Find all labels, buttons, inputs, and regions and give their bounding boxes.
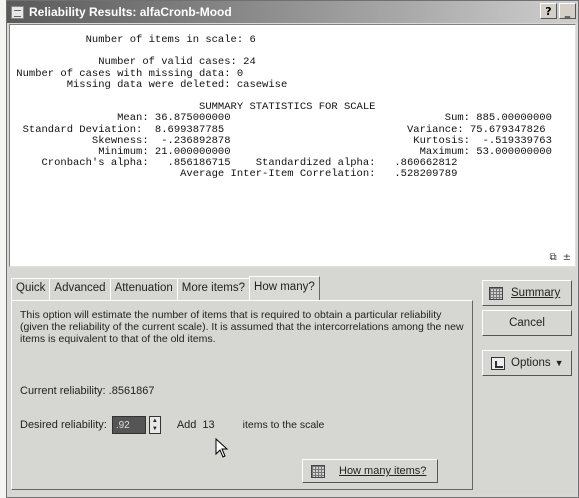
help-button[interactable]: ? bbox=[540, 3, 557, 19]
current-reliability-label: Current reliability: bbox=[20, 385, 106, 397]
summary-grid-icon bbox=[489, 286, 503, 300]
desired-reliability-row: Desired reliability: .92 ▲ ▼ Add 13 item… bbox=[20, 416, 324, 434]
add-label: Add bbox=[176, 419, 197, 431]
how-many-items-label: How many items? bbox=[339, 465, 427, 477]
results-line: Minimum: 21.000000000 Maximum: 53.000000… bbox=[10, 146, 552, 159]
tab-quick[interactable]: Quick bbox=[11, 278, 51, 300]
how-many-items-button[interactable]: How many items? bbox=[302, 459, 438, 483]
desired-reliability-input[interactable]: .92 bbox=[111, 416, 146, 434]
results-line: Skewness: -.236892878 Kurtosis: -.519339… bbox=[10, 134, 552, 147]
window-title: Reliability Results: alfaCronb-Mood bbox=[29, 5, 232, 19]
copy-icon[interactable]: ⧉ bbox=[549, 252, 556, 263]
tab-more-items[interactable]: More items? bbox=[176, 278, 251, 300]
current-reliability-row: Current reliability: .8561867 bbox=[20, 385, 155, 397]
spin-down-icon[interactable]: ▼ bbox=[152, 426, 158, 432]
grid-icon bbox=[311, 464, 325, 478]
results-line: SUMMARY STATISTICS FOR SCALE bbox=[10, 101, 376, 114]
options-button[interactable]: Options ▼ bbox=[482, 350, 572, 376]
cancel-button[interactable]: Cancel bbox=[482, 310, 572, 336]
desired-reliability-label: Desired reliability: bbox=[20, 419, 107, 431]
tab-strip: Quick Advanced Attenuation More items? H… bbox=[11, 276, 320, 300]
options-panel: Quick Advanced Attenuation More items? H… bbox=[9, 270, 576, 495]
reliability-results-window: Reliability Results: alfaCronb-Mood ? _ … bbox=[6, 0, 579, 498]
results-line: Average Inter-Item Correlation: .5282097… bbox=[10, 168, 458, 181]
results-output-pane[interactable]: Number of items in scale: 6 Number of va… bbox=[9, 24, 576, 267]
mouse-cursor-icon bbox=[215, 438, 229, 458]
results-line: Number of cases with missing data: 0 bbox=[10, 67, 244, 80]
desired-reliability-spinner[interactable]: ▲ ▼ bbox=[148, 416, 161, 434]
results-line: Mean: 36.875000000 Sum: 885.00000000 bbox=[10, 112, 552, 125]
results-line: Standard Deviation: 8.699387785 Variance… bbox=[10, 123, 546, 136]
results-text: Number of items in scale: 6 Number of va… bbox=[10, 25, 575, 181]
results-line: Number of valid cases: 24 bbox=[10, 56, 256, 69]
summary-label: Summary bbox=[511, 287, 561, 299]
results-line: Missing data were deleted: casewise bbox=[10, 78, 288, 91]
current-reliability-value: .8561867 bbox=[108, 385, 155, 397]
how-many-description: This option will estimate the number of … bbox=[20, 309, 464, 345]
tab-advanced[interactable]: Advanced bbox=[49, 278, 111, 300]
how-many-tab-panel: This option will estimate the number of … bbox=[11, 300, 473, 490]
title-bar[interactable]: Reliability Results: alfaCronb-Mood ? _ bbox=[7, 1, 578, 23]
pin-icon[interactable]: ± bbox=[563, 252, 571, 263]
results-line: Number of items in scale: 6 bbox=[10, 34, 256, 46]
spin-up-icon[interactable]: ▲ bbox=[152, 418, 158, 424]
summary-button[interactable]: Summary bbox=[482, 280, 572, 306]
tab-attenuation[interactable]: Attenuation bbox=[109, 278, 178, 300]
items-to-scale-label: items to the scale bbox=[242, 419, 325, 431]
options-icon bbox=[491, 356, 505, 370]
tab-how-many[interactable]: How many? bbox=[249, 276, 320, 300]
results-line: Cronbach's alpha: .856186715 Standardize… bbox=[10, 157, 458, 170]
add-items-value: 13 bbox=[202, 419, 215, 431]
options-label: Options bbox=[511, 357, 551, 369]
chevron-down-icon: ▼ bbox=[554, 358, 564, 368]
window-app-icon bbox=[11, 5, 24, 19]
minimize-button[interactable]: _ bbox=[559, 3, 576, 19]
